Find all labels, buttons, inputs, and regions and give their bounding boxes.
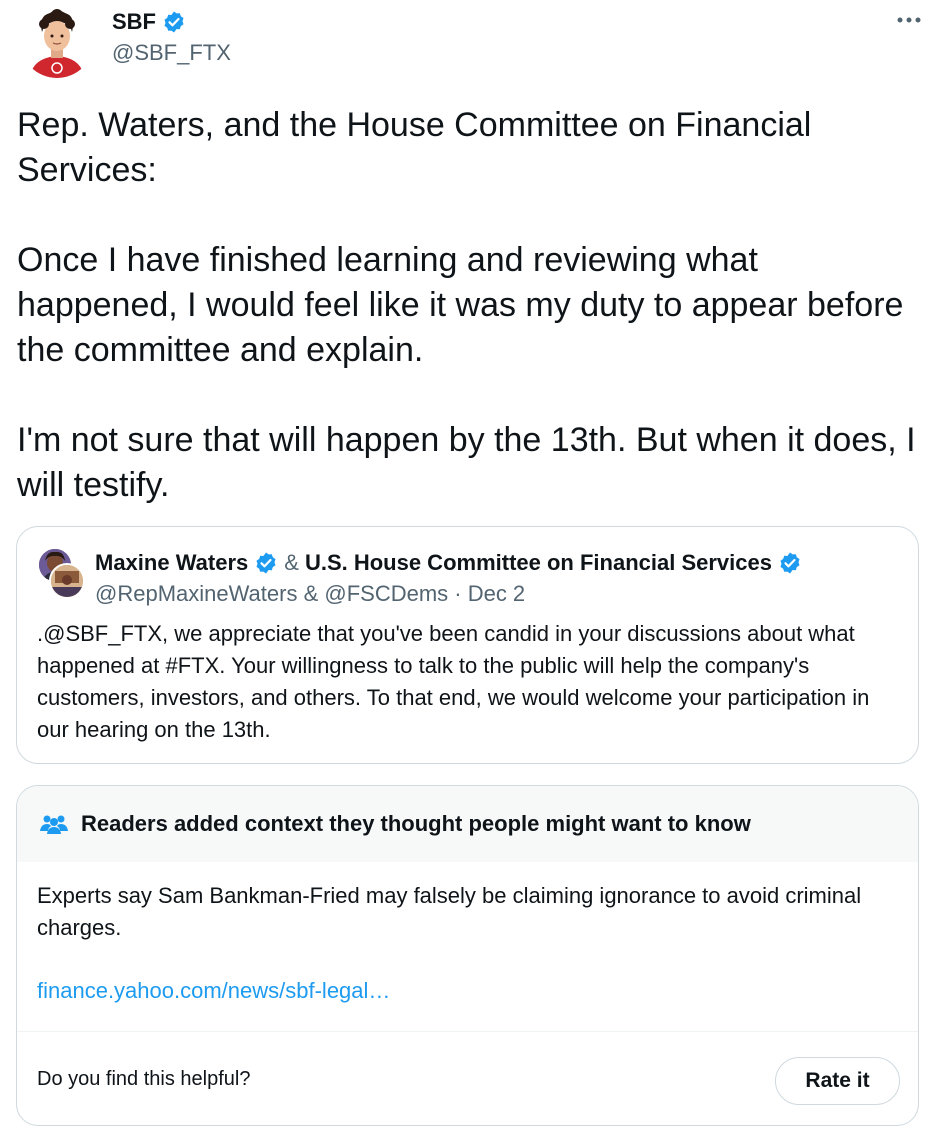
quoted-tweet[interactable]: Maxine Waters & U.S. House Committee on … [16, 526, 919, 764]
tweet-paragraph: Rep. Waters, and the House Committee on … [17, 106, 812, 189]
avatar-cartoon-person-icon [20, 4, 94, 78]
rate-it-button[interactable]: Rate it [775, 1057, 900, 1105]
author-name[interactable]: SBF [112, 9, 156, 35]
quote-author-1[interactable]: Maxine Waters [95, 550, 248, 576]
author-avatar[interactable] [20, 4, 94, 78]
tweet-text: Rep. Waters, and the House Committee on … [17, 103, 917, 508]
note-title: Readers added context they thought peopl… [81, 811, 751, 836]
verified-badge-icon [778, 551, 802, 575]
tweet-paragraph: Once I have finished learning and review… [17, 241, 904, 369]
ellipsis-icon [897, 17, 921, 23]
tweet-paragraph: I'm not sure that will happen by the 13t… [17, 421, 916, 504]
note-header: Readers added context they thought peopl… [17, 786, 918, 862]
community-note: Readers added context they thought peopl… [16, 785, 919, 1126]
verified-badge-icon [162, 10, 186, 34]
note-source-link[interactable]: finance.yahoo.com/news/sbf-legal… [37, 978, 390, 1004]
quote-ampersand: & [284, 550, 299, 575]
quote-handles-date: @RepMaxineWaters & @FSCDems · Dec 2 [95, 581, 526, 606]
note-text: Experts say Sam Bankman-Fried may falsel… [37, 883, 862, 940]
more-options-button[interactable] [894, 10, 924, 30]
note-helpful-question: Do you find this helpful? [37, 1068, 251, 1090]
quote-author-names: Maxine Waters & U.S. House Committee on … [95, 547, 802, 579]
note-divider [17, 1031, 918, 1032]
people-icon [40, 815, 68, 834]
quote-author-2[interactable]: U.S. House Committee on Financial Servic… [305, 550, 772, 576]
author-handle[interactable]: @SBF_FTX [112, 40, 231, 66]
author-name-row[interactable]: SBF [112, 4, 186, 40]
verified-badge-icon [254, 551, 278, 575]
fscdems-avatar [49, 563, 85, 599]
quote-avatars [37, 547, 85, 599]
quote-text: .@SBF_FTX, we appreciate that you've bee… [37, 621, 870, 742]
